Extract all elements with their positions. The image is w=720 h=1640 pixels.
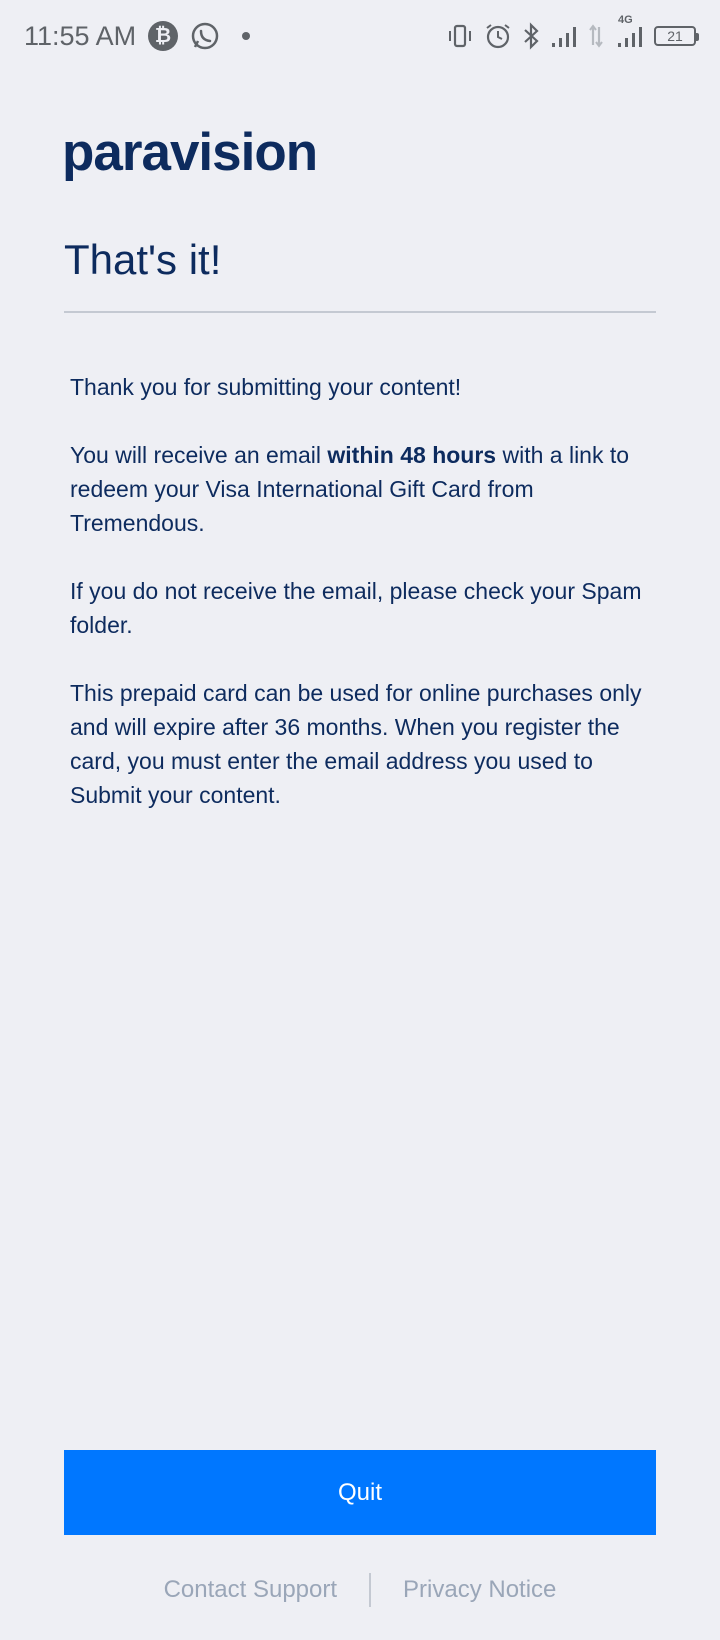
status-left: 11:55 AM ₿ (24, 20, 251, 52)
thank-you-screen: 11:55 AM ₿ 4G 21 paravision That's it! T… (0, 0, 720, 1640)
vibrate-icon (446, 23, 474, 49)
status-right: 4G 21 (446, 14, 699, 50)
data-arrows-icon (588, 23, 606, 49)
status-time: 11:55 AM (24, 20, 137, 51)
status-bar: 11:55 AM ₿ 4G 21 (0, 0, 720, 72)
battery-icon: 21 (654, 26, 699, 46)
paravision-logo: paravision (62, 123, 318, 182)
email-info-paragraph: You will receive an email within 48 hour… (64, 438, 664, 540)
email-timeframe: within 48 hours (327, 442, 497, 468)
page-title: That's it! (64, 236, 222, 283)
battery-level: 21 (667, 28, 683, 44)
signal-4g-icon: 4G (616, 14, 644, 48)
whatsapp-icon (190, 21, 220, 51)
contact-support-link[interactable]: Contact Support (132, 1576, 369, 1604)
bluetooth-icon (522, 22, 540, 50)
alarm-icon (484, 22, 512, 50)
message-body: Thank you for submitting your content! Y… (64, 370, 664, 846)
dot-icon (242, 32, 251, 40)
email-info-text-start: You will receive an email (70, 442, 328, 468)
heading-divider (64, 311, 656, 313)
quit-button[interactable]: Quit (64, 1450, 656, 1535)
spam-paragraph: If you do not receive the email, please … (70, 578, 642, 638)
thank-you-paragraph: Thank you for submitting your content! (70, 374, 462, 400)
footer-links: Contact Support Privacy Notice (0, 1570, 720, 1610)
privacy-notice-link[interactable]: Privacy Notice (371, 1576, 588, 1604)
card-terms-paragraph: This prepaid card can be used for online… (70, 680, 642, 808)
bitcoin-icon: ₿ (148, 21, 179, 51)
network-label: 4G (618, 14, 633, 26)
signal-icon (550, 24, 578, 48)
